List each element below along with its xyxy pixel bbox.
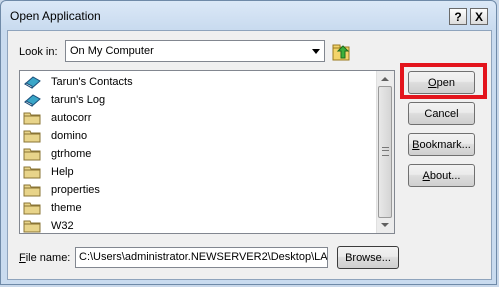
filename-label: File name: [19, 252, 71, 264]
close-button[interactable]: X [470, 8, 488, 25]
cancel-label: Cancel [424, 107, 459, 120]
open-application-dialog: Open Application ? X Look in: On My Comp… [0, 0, 497, 285]
file-list-item-label: W32 [51, 220, 74, 232]
file-list-item-label: gtrhome [51, 148, 92, 160]
file-list-item[interactable]: W32 [23, 217, 373, 233]
address-book-icon [23, 93, 41, 107]
lookin-label: Look in: [19, 46, 58, 58]
folder-icon [23, 219, 41, 233]
file-list-item-label: properties [51, 184, 100, 196]
vertical-scrollbar[interactable] [376, 71, 394, 233]
about-label: About... [422, 169, 461, 182]
highlight-box [400, 63, 487, 99]
file-list-item[interactable]: autocorr [23, 109, 373, 127]
file-list-item[interactable]: properties [23, 181, 373, 199]
file-list[interactable]: Tarun's Contacts tarun's Log autocorr domin… [19, 70, 395, 234]
help-icon: ? [454, 9, 462, 24]
file-list-item-label: theme [51, 202, 82, 214]
file-list-item-label: tarun's Log [51, 94, 106, 106]
folder-icon [23, 111, 41, 125]
up-folder-icon[interactable] [332, 42, 352, 62]
file-list-item-label: autocorr [51, 112, 92, 124]
file-list-item[interactable]: Tarun's Contacts [23, 73, 373, 91]
scroll-up-icon[interactable] [381, 77, 389, 81]
file-list-item-label: Tarun's Contacts [51, 76, 133, 88]
grip-icon [382, 147, 389, 156]
help-button[interactable]: ? [449, 8, 467, 25]
file-list-item[interactable]: domino [23, 127, 373, 145]
folder-icon [23, 201, 41, 215]
scrollbar-thumb[interactable] [378, 86, 392, 218]
folder-icon [23, 183, 41, 197]
folder-icon [23, 129, 41, 143]
chevron-down-icon[interactable] [312, 49, 320, 54]
browse-label: Browse... [345, 251, 391, 264]
address-book-icon [23, 75, 41, 89]
browse-button[interactable]: Browse... [337, 246, 399, 269]
bookmark-label: Bookmark... [412, 138, 471, 151]
lookin-dropdown[interactable]: On My Computer [65, 40, 325, 62]
bookmark-button[interactable]: Bookmark... [408, 133, 475, 156]
file-list-item-label: Help [51, 166, 74, 178]
window-title: Open Application [10, 9, 101, 23]
about-button[interactable]: About... [408, 164, 475, 187]
cancel-button[interactable]: Cancel [408, 102, 475, 125]
scroll-down-icon[interactable] [381, 223, 389, 227]
file-list-item[interactable]: gtrhome [23, 145, 373, 163]
lookin-value: On My Computer [70, 45, 154, 57]
file-list-item-label: domino [51, 130, 88, 142]
folder-icon [23, 147, 41, 161]
file-list-item[interactable]: tarun's Log [23, 91, 373, 109]
close-icon: X [474, 9, 483, 24]
filename-input[interactable]: C:\Users\administrator.NEWSERVER2\Deskto… [75, 247, 328, 268]
folder-icon [23, 165, 41, 179]
file-list-item[interactable]: Help [23, 163, 373, 181]
file-list-item[interactable]: theme [23, 199, 373, 217]
